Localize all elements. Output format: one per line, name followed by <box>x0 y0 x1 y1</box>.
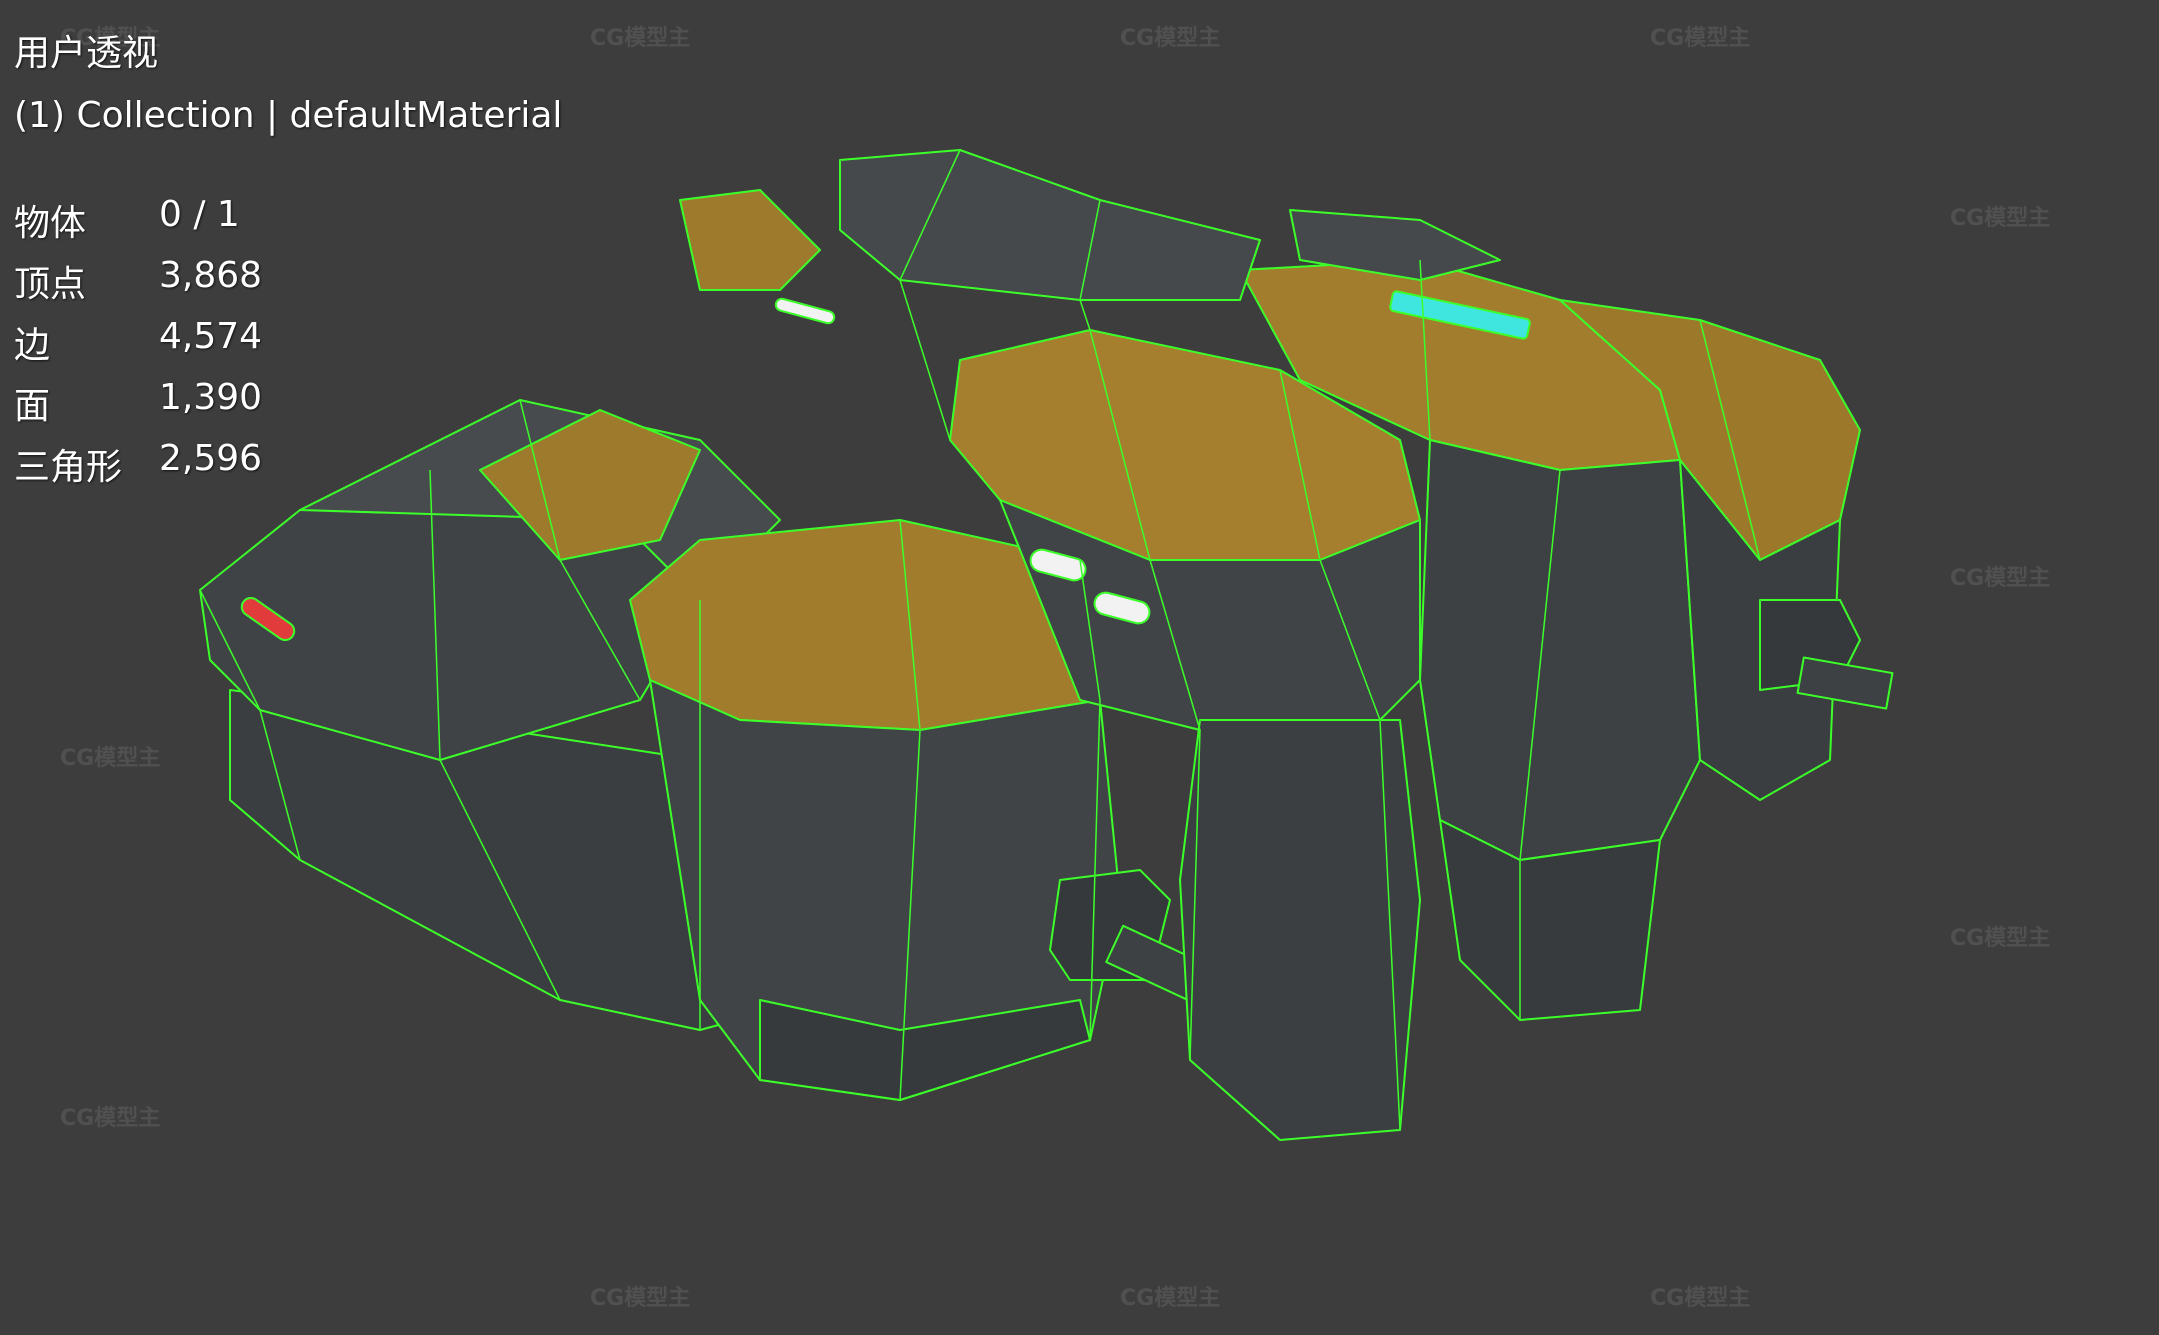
spaceship-model-wireframe[interactable] <box>0 0 2159 1335</box>
stat-value: 0 / 1 <box>159 194 240 235</box>
collection-label: (1) Collection | defaultMaterial <box>14 95 563 136</box>
stat-value: 4,574 <box>159 316 263 357</box>
3d-viewport[interactable]: CG模型主 CG模型主 CG模型主 CG模型主 CG模型主 CG模型主 CG模型… <box>0 0 2159 1335</box>
stat-label: 边 <box>14 325 51 366</box>
stat-label: 面 <box>14 386 51 427</box>
stat-value: 3,868 <box>159 255 263 296</box>
view-name-label: 用户透视 <box>14 33 159 74</box>
stat-value: 2,596 <box>159 438 263 479</box>
stat-label: 顶点 <box>14 264 87 305</box>
stat-label: 物体 <box>14 203 87 244</box>
stat-value: 1,390 <box>159 377 263 418</box>
stat-label: 三角形 <box>14 447 123 488</box>
